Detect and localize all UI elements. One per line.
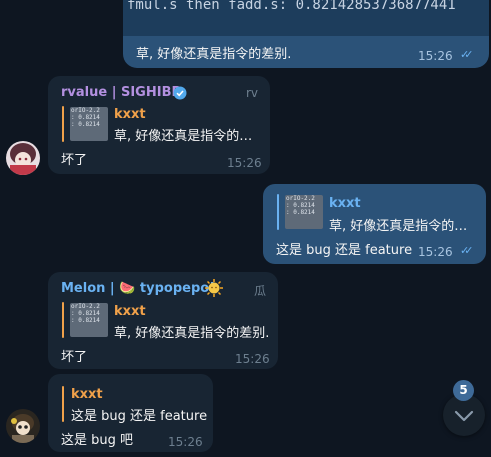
message-time: 15:26 [418, 245, 453, 259]
reply-text[interactable]: 草, 好像还真是指令的… [329, 215, 467, 234]
avatar-rvalue[interactable] [6, 141, 40, 175]
message-text: 这是 bug 吧 [61, 433, 134, 448]
reply-quote-bar [62, 302, 64, 338]
reply-sender[interactable]: kxxt [329, 196, 361, 211]
avatar-user[interactable] [6, 409, 40, 443]
message-text: 草, 好像还真是指令的差别. [136, 47, 292, 62]
verified-badge-icon [173, 85, 187, 104]
reply-quote-bar [277, 194, 279, 230]
reply-text[interactable]: 这是 bug 还是 feature [71, 405, 207, 424]
message-time: 15:26 [168, 435, 203, 449]
reply-thumbnail: orIO-2.2: 0.8214: 0.8214 [70, 107, 108, 141]
reply-quote-bar [62, 106, 64, 142]
reply-text[interactable]: 草, 好像还真是指令的差别. [114, 322, 269, 341]
message-text: 这是 bug 还是 feature [276, 243, 413, 258]
message-time: 15:26 [235, 352, 270, 366]
double-check-icon: ✓✓ [460, 244, 474, 257]
message-text: 坏了 [61, 350, 88, 365]
reply-thumbnail: orIO-2.2: 0.8214: 0.8214 [285, 195, 323, 229]
watermelon-emoji: 🍉 [119, 281, 136, 296]
reply-sender[interactable]: kxxt [71, 387, 103, 402]
message-time: 15:26 [227, 156, 262, 170]
member-role: 瓜 [254, 284, 267, 298]
reply-text[interactable]: 草, 好像还真是指令的… [114, 125, 252, 144]
reply-sender[interactable]: kxxt [114, 304, 146, 319]
member-role: rv [246, 86, 259, 100]
sender-name[interactable]: Melon | 🍉 typopepo! [61, 281, 215, 296]
reply-quote-bar [62, 386, 64, 422]
code-line: fmul.s then fadd.s: 0.82142853736877441 [127, 0, 456, 13]
message-text: 坏了 [61, 153, 88, 168]
reply-thumbnail: orIO-2.2: 0.8214: 0.8214 [70, 303, 108, 337]
code-block: fmul.s then fadd.s: 0.82142853736877441 [123, 0, 489, 36]
reply-sender[interactable]: kxxt [114, 107, 146, 122]
sun-emoji-icon [204, 278, 224, 302]
sender-name[interactable]: rvalue | SIGHIBR [61, 85, 182, 100]
message-time: 15:26 [418, 49, 453, 63]
double-check-icon: ✓✓ [460, 48, 474, 61]
unread-count-badge: 5 [453, 380, 474, 401]
